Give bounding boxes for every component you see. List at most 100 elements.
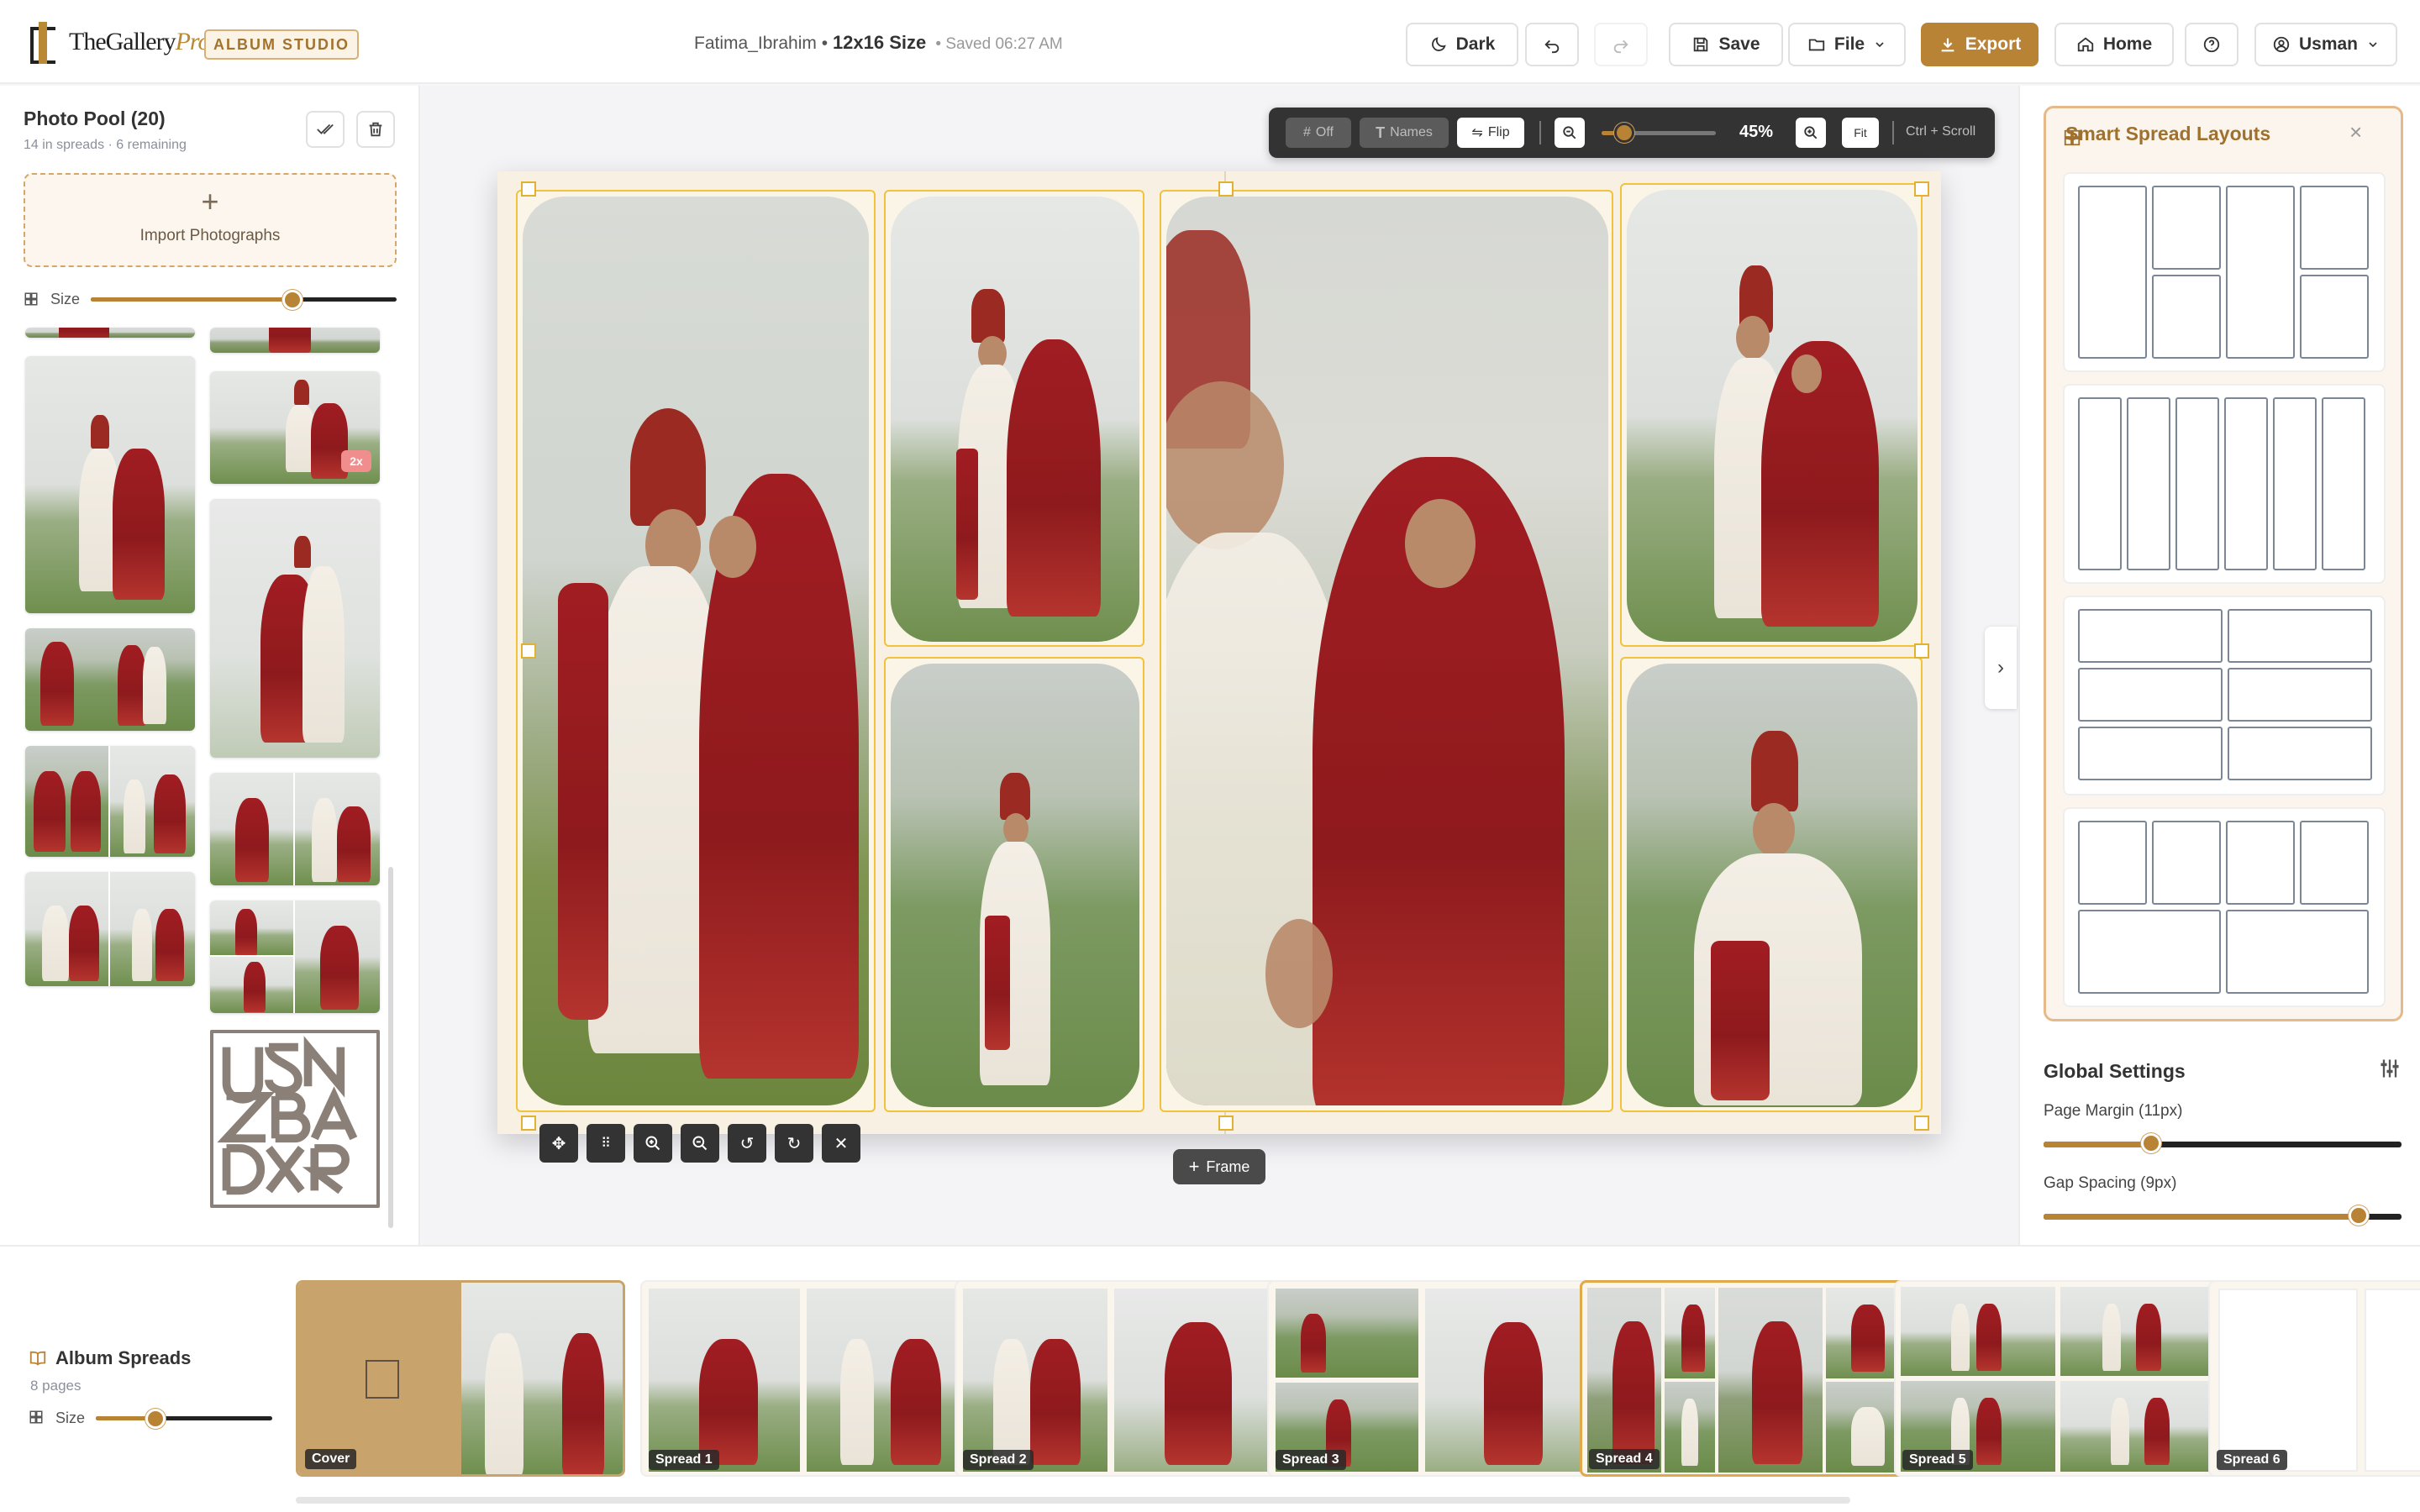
- fit-button[interactable]: Fit: [1842, 118, 1879, 148]
- pool-size-control: Size: [24, 287, 397, 312]
- layout-option[interactable]: [2063, 172, 2386, 372]
- studio-badge: ALBUM STUDIO: [204, 29, 359, 60]
- zoom-in-button[interactable]: [1796, 118, 1826, 148]
- doc-size: 12x16 Size: [832, 32, 927, 53]
- pool-photo[interactable]: [25, 328, 195, 338]
- spread-thumbnail[interactable]: Spread 5: [1894, 1280, 2223, 1477]
- resize-handle[interactable]: [1914, 643, 1929, 659]
- resize-handle[interactable]: [1218, 1116, 1234, 1131]
- download-icon: [1941, 38, 1954, 52]
- resize-handle[interactable]: [521, 181, 536, 197]
- spreads-scrollbar[interactable]: [296, 1497, 1850, 1504]
- rotate-right-button[interactable]: ↻: [775, 1124, 813, 1163]
- move-button[interactable]: ✥: [539, 1124, 578, 1163]
- trash-icon: [369, 122, 382, 137]
- file-menu-button[interactable]: File: [1788, 23, 1906, 66]
- usage-badge: 2x: [341, 450, 371, 472]
- saved-status: • Saved 06:27 AM: [931, 35, 1063, 53]
- resize-handle[interactable]: [521, 1116, 536, 1131]
- help-button[interactable]: [2185, 23, 2238, 66]
- photo-frame[interactable]: [516, 190, 876, 1112]
- smart-layouts-card: [2044, 106, 2403, 1021]
- save-label: Save: [1718, 34, 1760, 54]
- layout-option[interactable]: [2063, 596, 2386, 795]
- brand-name: TheGalleryPro: [69, 28, 210, 55]
- brand-logo[interactable]: TheGalleryPro: [27, 20, 210, 64]
- spreads-title: Album Spreads: [55, 1347, 192, 1368]
- grid-toggle-label: Off: [1315, 125, 1334, 139]
- moon-icon: [1431, 37, 1446, 51]
- monogram-logo[interactable]: [210, 1030, 380, 1208]
- pool-photo[interactable]: [210, 773, 380, 885]
- pool-scrollbar[interactable]: [388, 867, 393, 1228]
- remove-photo-button[interactable]: ✕: [822, 1124, 860, 1163]
- photo-frame[interactable]: [884, 657, 1144, 1112]
- spread-thumbnail[interactable]: Spread 1: [640, 1280, 970, 1477]
- close-icon[interactable]: ×: [2349, 119, 2362, 145]
- pool-photo[interactable]: [25, 628, 195, 731]
- spread-thumbnail[interactable]: Spread 4: [1580, 1280, 1909, 1477]
- photo-frame[interactable]: [884, 190, 1144, 647]
- resize-handle[interactable]: [1218, 181, 1234, 197]
- spread-page: [497, 171, 1941, 1134]
- gap-spacing-slider[interactable]: [2044, 1203, 2402, 1228]
- layout-option[interactable]: [2063, 807, 2386, 1007]
- pool-size-slider[interactable]: [91, 287, 397, 312]
- photo-pool-panel: Photo Pool (20) 14 in spreads · 6 remain…: [0, 86, 420, 1245]
- photo-frame[interactable]: [1620, 657, 1923, 1112]
- image-zoom-in-button[interactable]: [634, 1124, 672, 1163]
- zoom-slider[interactable]: [1602, 121, 1716, 144]
- grid-toggle[interactable]: # Off: [1286, 118, 1351, 148]
- pool-photo[interactable]: [25, 746, 195, 857]
- pool-photo[interactable]: [210, 328, 380, 353]
- frame-tools: ✥ ⠿ ↺ ↻ ✕: [539, 1124, 867, 1166]
- photo-frame[interactable]: [1620, 183, 1923, 647]
- spreads-size-slider[interactable]: [96, 1406, 272, 1431]
- spread-label: Spread 6: [2217, 1450, 2287, 1470]
- drag-handle-button[interactable]: ⠿: [587, 1124, 625, 1163]
- resize-handle[interactable]: [1914, 181, 1929, 197]
- resize-handle[interactable]: [521, 643, 536, 659]
- photo-frame[interactable]: [1160, 190, 1613, 1112]
- text-icon: T: [1376, 123, 1386, 141]
- pool-subtitle: 14 in spreads · 6 remaining: [24, 138, 187, 152]
- spread-thumbnail[interactable]: Cover: [296, 1280, 625, 1477]
- add-frame-button[interactable]: + Frame: [1173, 1149, 1265, 1184]
- help-icon: [2203, 36, 2220, 53]
- redo-button[interactable]: [1594, 23, 1648, 66]
- rotate-left-button[interactable]: ↺: [728, 1124, 766, 1163]
- undo-button[interactable]: [1525, 23, 1579, 66]
- home-button[interactable]: Home: [2054, 23, 2174, 66]
- spreads-size-control: Size: [29, 1406, 272, 1431]
- pool-photo[interactable]: [210, 900, 380, 1013]
- zoom-out-icon: [692, 1136, 708, 1151]
- spread-thumbnail[interactable]: Spread 2: [955, 1280, 1284, 1477]
- layout-option[interactable]: [2063, 384, 2386, 584]
- import-photos-dropzone[interactable]: + Import Photographs: [24, 173, 397, 267]
- delete-button[interactable]: [356, 111, 395, 148]
- spread-label: Cover: [305, 1449, 357, 1469]
- page-margin-slider[interactable]: [2044, 1131, 2402, 1156]
- pool-photo[interactable]: 2x: [210, 371, 380, 484]
- user-menu-button[interactable]: Usman: [2254, 23, 2397, 66]
- names-toggle[interactable]: T Names: [1360, 118, 1449, 148]
- spreads-subtitle: 8 pages: [30, 1378, 82, 1394]
- spread-thumbnail[interactable]: Spread 6: [2208, 1280, 2420, 1477]
- export-button[interactable]: Export: [1921, 23, 2039, 66]
- flip-button[interactable]: ⇋ Flip: [1457, 118, 1524, 148]
- save-button[interactable]: Save: [1669, 23, 1783, 66]
- spread-label: Spread 1: [649, 1450, 719, 1470]
- spread-thumbnail[interactable]: Spread 3: [1267, 1280, 1597, 1477]
- image-zoom-out-button[interactable]: [681, 1124, 719, 1163]
- pool-photo[interactable]: [25, 356, 195, 613]
- zoom-value: 45%: [1739, 123, 1774, 141]
- zoom-out-button[interactable]: [1555, 118, 1585, 148]
- dark-mode-button[interactable]: Dark: [1406, 23, 1518, 66]
- pool-photo[interactable]: [210, 499, 380, 758]
- fit-label: Fit: [1854, 126, 1867, 139]
- sliders-icon[interactable]: [2378, 1057, 2402, 1080]
- select-all-button[interactable]: [306, 111, 345, 148]
- next-spread-button[interactable]: ›: [1985, 627, 2017, 709]
- resize-handle[interactable]: [1914, 1116, 1929, 1131]
- pool-photo[interactable]: [25, 872, 195, 986]
